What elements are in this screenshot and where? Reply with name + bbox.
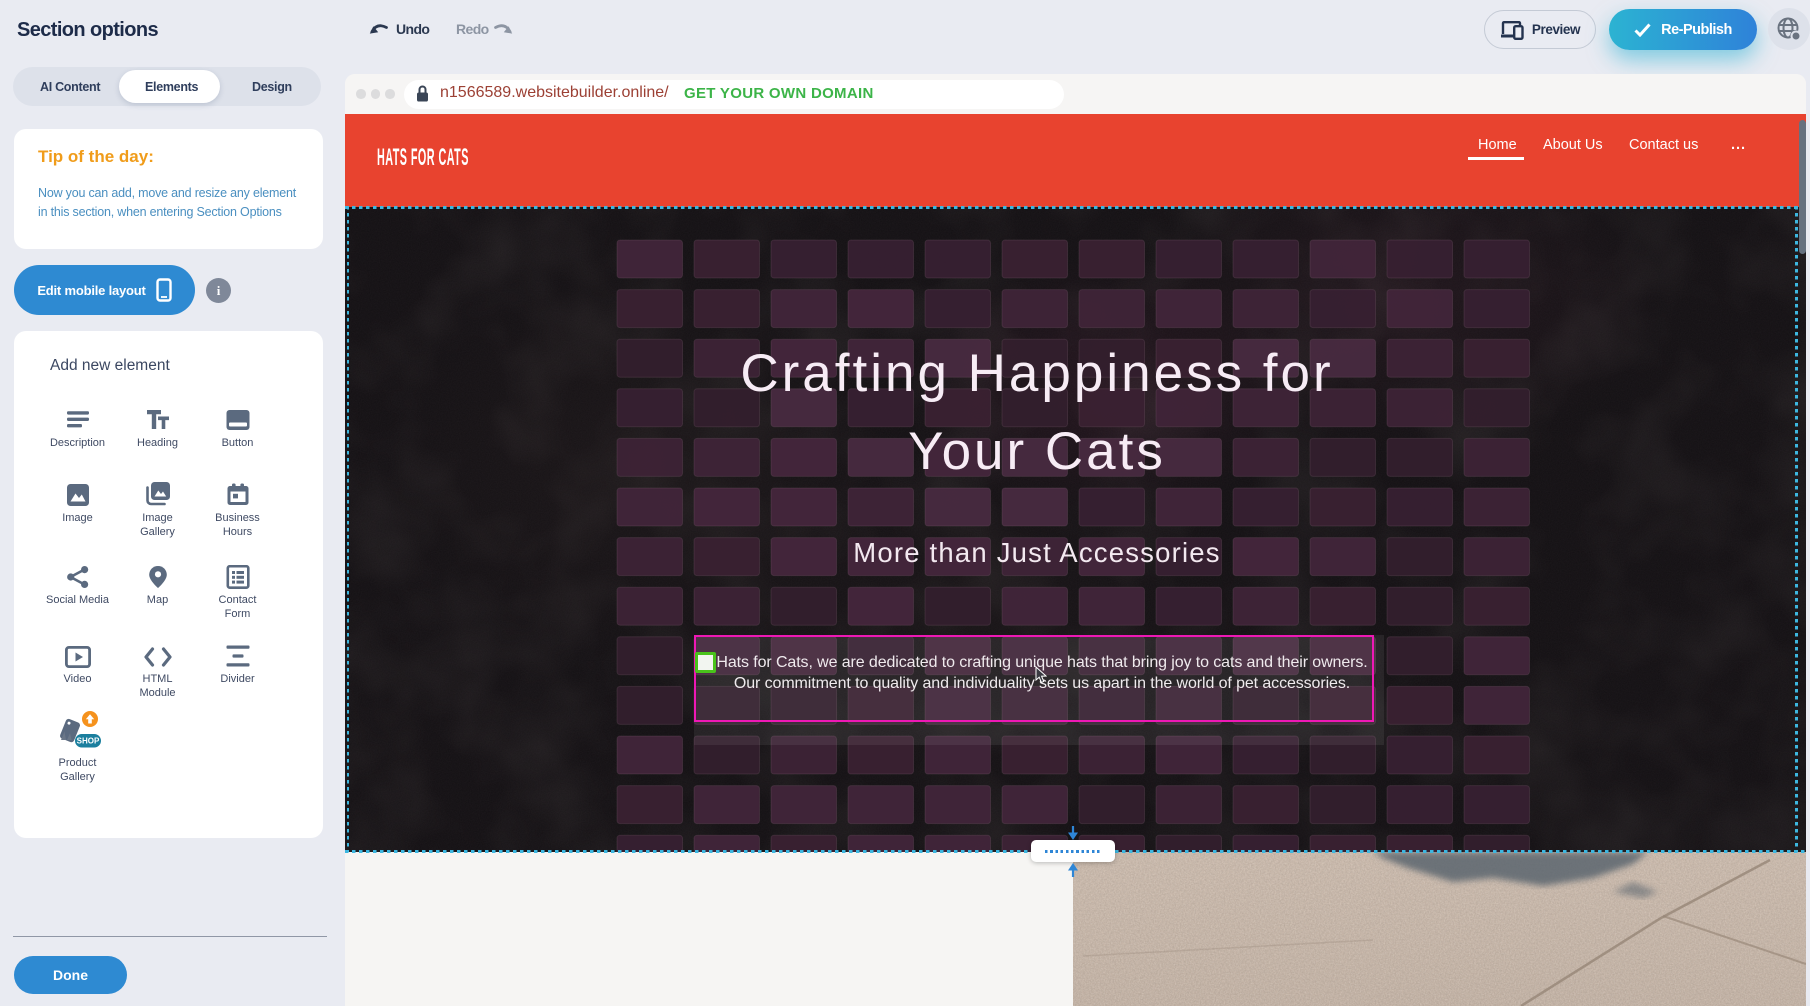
svg-text:SHOP: SHOP: [76, 737, 99, 746]
